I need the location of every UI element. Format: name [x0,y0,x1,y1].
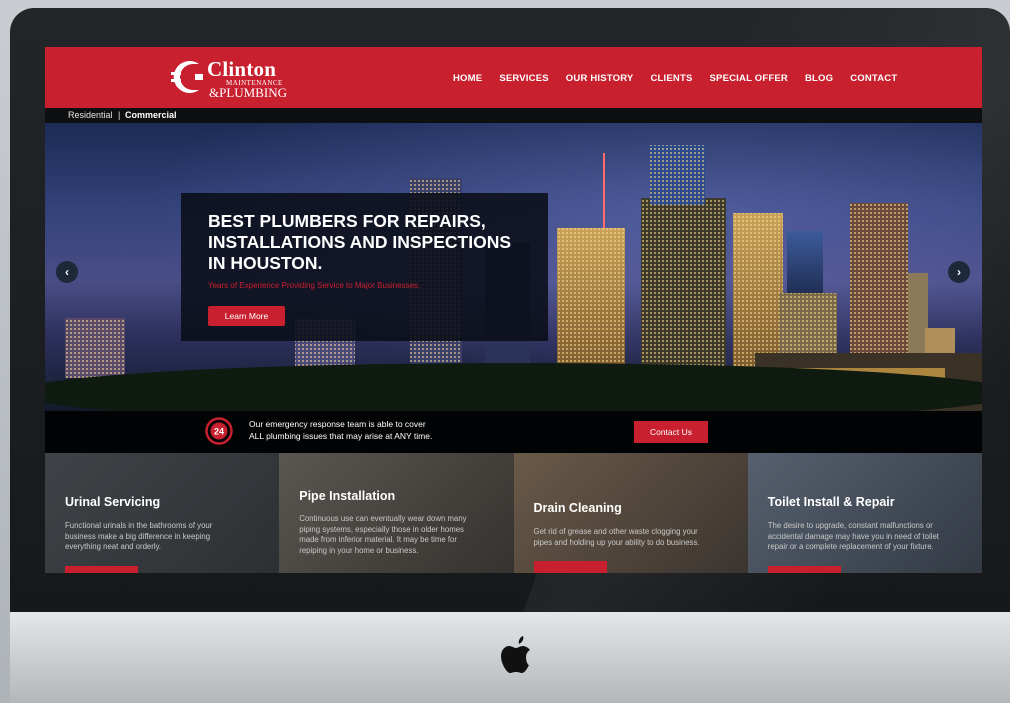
segment-separator: | [118,110,121,120]
service-title: Urinal Servicing [65,495,161,509]
service-title: Toilet Install & Repair [767,495,895,509]
nav-home[interactable]: HOME [453,73,482,84]
nav-blog[interactable]: BLOG [805,73,833,84]
hero-caption-box: BEST PLUMBERS FOR REPAIRS, INSTALLATIONS… [181,193,548,341]
service-description: Get rid of grease and other waste cloggi… [533,527,700,547]
main-menu: HOME SERVICES OUR HISTORY CLIENTS SPECIA… [453,73,914,84]
apple-logo-icon [501,636,530,673]
logo-subtitle-bottom: &PLUMBING [209,85,288,100]
slider-prev-button[interactable]: ‹ [56,261,78,283]
nav-clients[interactable]: CLIENTS [650,73,692,84]
hero-slider: BEST PLUMBERS FOR REPAIRS, INSTALLATIONS… [45,123,982,411]
service-card-toilet[interactable]: Toilet Install & Repair The desire to up… [747,453,982,573]
segment-bar: Residential | Commercial [45,108,982,123]
service-title: Pipe Installation [299,489,396,503]
contact-us-button[interactable]: Contact Us [634,421,708,443]
nav-contact[interactable]: CONTACT [850,73,897,84]
hero-title: BEST PLUMBERS FOR REPAIRS, INSTALLATIONS… [208,211,512,273]
commercial-link[interactable]: Commercial [125,110,177,120]
learn-more-button[interactable]: Learn More [208,306,285,326]
24-badge-text: 24 [214,427,224,437]
chevron-right-icon: › [957,265,961,279]
nav-our-history[interactable]: OUR HISTORY [566,73,634,84]
service-description: The desire to upgrade, constant malfunct… [767,521,939,551]
faucet-logo-icon [171,61,203,93]
service-card-drain[interactable]: Drain Cleaning Get rid of grease and oth… [513,453,748,573]
residential-link[interactable]: Residential [68,110,113,120]
service-card-pipe[interactable]: Pipe Installation Continuous use can eve… [279,453,514,573]
service-button[interactable] [65,566,138,573]
chevron-left-icon: ‹ [65,265,69,279]
service-button[interactable] [767,566,841,573]
service-description: Continuous use can eventually wear down … [299,514,467,555]
top-navbar: Clinton MAINTENANCE &PLUMBING HOME SERVI… [45,47,982,108]
site-logo[interactable]: Clinton MAINTENANCE &PLUMBING [169,55,319,101]
service-title: Drain Cleaning [533,501,622,515]
slider-next-button[interactable]: › [948,261,970,283]
website-screen: Clinton MAINTENANCE &PLUMBING HOME SERVI… [45,47,982,573]
services-row: Urinal Servicing Functional urinals in t… [45,453,982,573]
nav-special-offer[interactable]: SPECIAL OFFER [710,73,788,84]
emergency-text: Our emergency response team is able to c… [249,419,433,441]
service-description: Functional urinals in the bathrooms of y… [65,521,213,551]
imac-chin [10,612,1010,703]
emergency-banner: 24 Our emergency response team is able t… [45,411,982,453]
hero-subtitle: Years of Experience Providing Service to… [208,281,421,290]
24-hour-icon: 24 [205,417,233,445]
service-card-urinal[interactable]: Urinal Servicing Functional urinals in t… [45,453,280,573]
nav-services[interactable]: SERVICES [499,73,548,84]
service-button[interactable] [533,561,607,573]
